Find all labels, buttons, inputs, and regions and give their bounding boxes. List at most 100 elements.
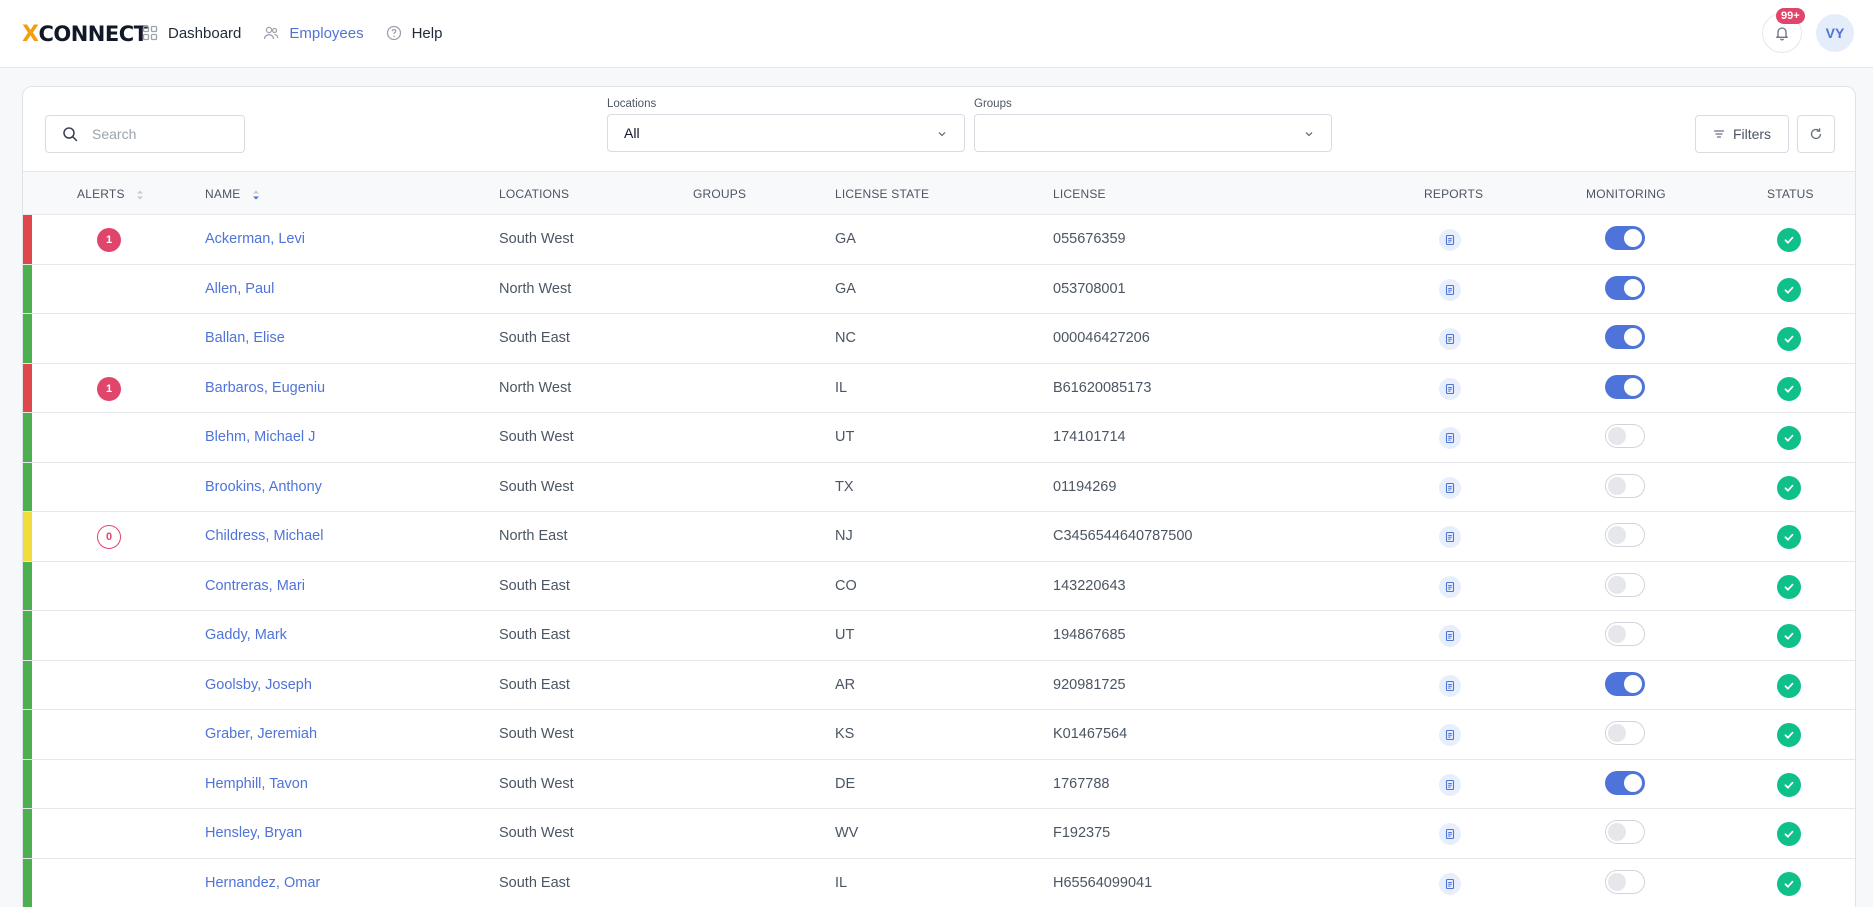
employee-name-link[interactable]: Hemphill, Tavon xyxy=(205,760,308,810)
report-document-icon[interactable] xyxy=(1439,872,1461,895)
monitoring-toggle[interactable] xyxy=(1605,770,1645,795)
search-input[interactable] xyxy=(92,126,232,142)
monitoring-toggle[interactable] xyxy=(1605,721,1645,745)
column-header-locations[interactable]: LOCATIONS xyxy=(499,172,569,216)
monitoring-toggle[interactable] xyxy=(1605,325,1645,349)
locations-label: Locations xyxy=(607,98,657,110)
locations-select[interactable]: All xyxy=(607,114,965,152)
toggle-knob xyxy=(1608,575,1626,594)
location-cell: South East xyxy=(499,676,570,693)
status-check-icon xyxy=(1777,426,1801,450)
table-row[interactable]: Hemphill, Tavon South West DE 1767788 xyxy=(23,759,1855,810)
monitoring-toggle[interactable] xyxy=(1605,424,1645,448)
report-document-icon[interactable] xyxy=(1439,229,1461,251)
monitoring-toggle[interactable] xyxy=(1605,572,1645,597)
report-document-icon[interactable] xyxy=(1439,773,1461,796)
report-document-icon[interactable] xyxy=(1439,278,1461,301)
table-row[interactable]: Brookins, Anthony South West TX 01194269 xyxy=(23,462,1855,513)
nav-label: Employees xyxy=(289,24,364,42)
column-header-groups[interactable]: GROUPS xyxy=(693,172,746,216)
monitoring-toggle[interactable] xyxy=(1605,374,1645,399)
report-document-icon[interactable] xyxy=(1439,427,1461,449)
monitoring-toggle[interactable] xyxy=(1605,523,1645,547)
column-header-alerts[interactable]: ALERTS xyxy=(77,172,144,216)
column-header-reports: REPORTS xyxy=(1424,187,1484,201)
monitoring-toggle[interactable] xyxy=(1605,671,1645,696)
employee-name-link[interactable]: Goolsby, Joseph xyxy=(205,661,312,711)
table-row[interactable]: 1 Barbaros, Eugeniu North West IL B616200851… xyxy=(23,363,1855,414)
employee-name-link[interactable]: Barbaros, Eugeniu xyxy=(205,364,325,414)
employee-name-link[interactable]: Graber, Jeremiah xyxy=(205,710,317,760)
table-row[interactable]: Ballan, Elise South East NC 000046427206 xyxy=(23,314,1855,364)
report-document-icon[interactable] xyxy=(1439,575,1461,598)
location-cell: North West xyxy=(499,280,572,297)
monitoring-toggle[interactable] xyxy=(1605,275,1645,300)
toggle-knob xyxy=(1624,377,1642,396)
toggle-knob xyxy=(1608,872,1626,891)
filters-button[interactable]: Filters xyxy=(1695,115,1789,153)
groups-label: Groups xyxy=(974,98,1012,110)
table-row[interactable]: Allen, Paul North West GA 053708001 xyxy=(23,264,1855,315)
license-state-cell: UT xyxy=(835,627,855,643)
employee-name-link[interactable]: Hernandez, Omar xyxy=(205,859,320,907)
monitoring-toggle[interactable] xyxy=(1605,820,1645,844)
column-header-license-state[interactable]: LICENSE STATE xyxy=(835,172,929,216)
status-check-icon xyxy=(1777,723,1801,747)
table-row[interactable]: Blehm, Michael J South West UT 174101714 xyxy=(23,413,1855,463)
report-document-icon[interactable] xyxy=(1439,823,1461,845)
employee-name-link[interactable]: Brookins, Anthony xyxy=(205,463,322,513)
employee-name-link[interactable]: Allen, Paul xyxy=(205,265,274,315)
nav-item-employees[interactable]: Employees xyxy=(263,24,364,42)
table-row[interactable]: Hernandez, Omar South East IL H65564099041 xyxy=(23,858,1855,907)
license-state-cell: CO xyxy=(835,577,857,594)
table-row[interactable]: Graber, Jeremiah South West KS K01467564 xyxy=(23,710,1855,760)
license-state-cell: IL xyxy=(835,874,848,891)
report-document-icon[interactable] xyxy=(1439,476,1461,499)
column-header-name[interactable]: NAME xyxy=(205,172,260,216)
location-cell: South East xyxy=(499,330,570,346)
nav-item-dashboard[interactable]: Dashboard xyxy=(142,25,241,42)
table-row[interactable]: 0 Childress, Michael North East NJ C34565446… xyxy=(23,512,1855,562)
status-check-icon xyxy=(1777,525,1801,549)
employee-name-link[interactable]: Gaddy, Mark xyxy=(205,611,287,661)
report-document-icon[interactable] xyxy=(1439,526,1461,548)
groups-select[interactable] xyxy=(974,114,1332,152)
table-row[interactable]: Hensley, Bryan South West WV F192375 xyxy=(23,809,1855,859)
alert-count-badge[interactable]: 1 xyxy=(97,376,121,401)
employee-name-link[interactable]: Blehm, Michael J xyxy=(205,413,315,463)
license-cell: 055676359 xyxy=(1053,231,1126,247)
license-state-cell: IL xyxy=(835,379,848,396)
alert-count-badge[interactable]: 0 xyxy=(97,525,121,549)
license-cell: 174101714 xyxy=(1053,429,1126,445)
employee-name-link[interactable]: Hensley, Bryan xyxy=(205,809,302,859)
toggle-knob xyxy=(1624,229,1642,247)
user-avatar[interactable]: VY xyxy=(1816,14,1854,52)
license-cell: K01467564 xyxy=(1053,726,1128,742)
column-header-license[interactable]: LICENSE xyxy=(1053,172,1106,216)
monitoring-toggle[interactable] xyxy=(1605,622,1645,646)
report-document-icon[interactable] xyxy=(1439,625,1461,647)
monitoring-toggle[interactable] xyxy=(1605,869,1645,894)
refresh-icon xyxy=(1810,128,1822,140)
table-row[interactable]: Goolsby, Joseph South East AR 920981725 xyxy=(23,660,1855,711)
license-cell: 194867685 xyxy=(1053,627,1126,643)
alert-count-badge[interactable]: 1 xyxy=(97,228,121,252)
report-document-icon[interactable] xyxy=(1439,674,1461,697)
table-row[interactable]: 1 Ackerman, Levi South West GA 055676359 xyxy=(23,215,1855,265)
refresh-button[interactable] xyxy=(1797,115,1835,153)
report-document-icon[interactable] xyxy=(1439,328,1461,350)
monitoring-toggle[interactable] xyxy=(1605,473,1645,498)
monitoring-toggle[interactable] xyxy=(1605,226,1645,250)
app-logo[interactable]: X CONNECT xyxy=(22,22,148,47)
table-row[interactable]: Contreras, Mari South East CO 143220643 xyxy=(23,561,1855,612)
employee-name-link[interactable]: Childress, Michael xyxy=(205,512,323,562)
employee-name-link[interactable]: Ballan, Elise xyxy=(205,314,285,364)
employee-name-link[interactable]: Ackerman, Levi xyxy=(205,215,305,265)
table-row[interactable]: Gaddy, Mark South East UT 194867685 xyxy=(23,611,1855,661)
license-cell: 1767788 xyxy=(1053,775,1110,792)
report-document-icon[interactable] xyxy=(1439,377,1461,400)
report-document-icon[interactable] xyxy=(1439,724,1461,746)
nav-item-help[interactable]: Help xyxy=(386,25,442,42)
employee-name-link[interactable]: Contreras, Mari xyxy=(205,562,305,612)
location-cell: South West xyxy=(499,775,574,792)
